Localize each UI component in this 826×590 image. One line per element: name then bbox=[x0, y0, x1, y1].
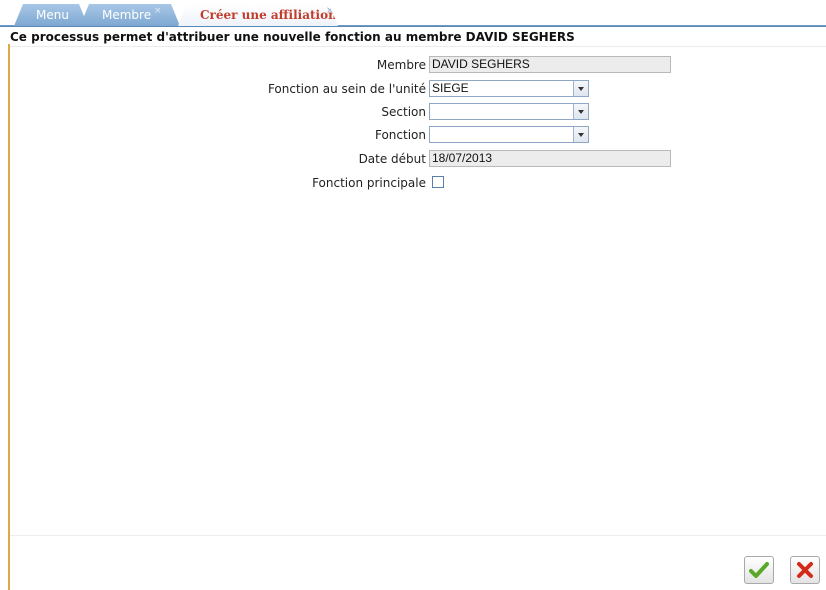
membre-label: Membre bbox=[376, 58, 426, 72]
chevron-down-icon[interactable] bbox=[573, 127, 588, 142]
fonction-select[interactable] bbox=[429, 126, 589, 143]
fonction-label: Fonction bbox=[374, 128, 426, 142]
date-debut-field: 18/07/2013 bbox=[429, 150, 671, 167]
date-debut-label: Date début bbox=[358, 152, 426, 166]
title-divider bbox=[10, 46, 826, 47]
fonction-principale-label: Fonction principale bbox=[312, 176, 426, 190]
fonction-unite-value: SIEGE bbox=[432, 81, 469, 95]
page-title: Ce processus permet d'attribuer une nouv… bbox=[10, 30, 575, 44]
fonction-principale-checkbox[interactable] bbox=[432, 176, 444, 188]
tab-membre[interactable]: Membre × bbox=[80, 4, 180, 26]
chevron-down-icon[interactable] bbox=[573, 104, 588, 119]
section-label: Section bbox=[381, 105, 426, 119]
section-select[interactable] bbox=[429, 103, 589, 120]
check-icon bbox=[749, 562, 769, 578]
chevron-down-icon[interactable] bbox=[573, 81, 588, 96]
confirm-button[interactable] bbox=[744, 556, 774, 584]
footer-divider bbox=[10, 535, 826, 536]
fonction-unite-select[interactable]: SIEGE bbox=[429, 80, 589, 97]
form-row-fonction-principale: Fonction principale bbox=[0, 174, 826, 192]
form-row-date-debut: Date début 18/07/2013 bbox=[0, 150, 826, 168]
form-row-section: Section bbox=[0, 103, 826, 121]
tab-bar: Menu Membre × Créer une affiliation × bbox=[0, 0, 826, 27]
form-row-fonction-unite: Fonction au sein de l'unité SIEGE bbox=[0, 80, 826, 98]
cancel-button[interactable] bbox=[790, 556, 820, 584]
tab-membre-label: Membre bbox=[102, 8, 152, 22]
form-row-fonction: Fonction bbox=[0, 126, 826, 144]
fonction-unite-label: Fonction au sein de l'unité bbox=[267, 82, 426, 96]
membre-field: DAVID SEGHERS bbox=[429, 56, 671, 73]
tab-menu-label: Menu bbox=[36, 8, 69, 22]
tab-menu[interactable]: Menu bbox=[14, 4, 88, 26]
cross-icon bbox=[797, 562, 813, 578]
tab-creer-affiliation-label: Créer une affiliation bbox=[200, 8, 337, 22]
tab-creer-affiliation[interactable]: Créer une affiliation × bbox=[178, 4, 338, 26]
form-row-membre: Membre DAVID SEGHERS bbox=[0, 56, 826, 74]
